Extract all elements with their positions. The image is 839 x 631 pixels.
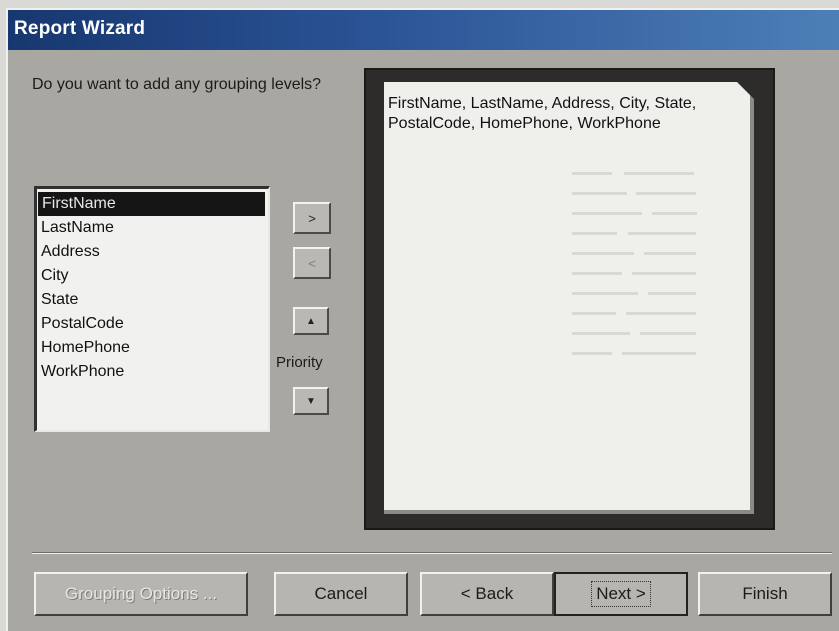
preview-detail-line xyxy=(572,352,612,355)
preview-detail-line xyxy=(648,292,696,295)
priority-down-button[interactable]: ▼ xyxy=(293,387,329,415)
grouping-preview-frame: FirstName, LastName, Address, City, Stat… xyxy=(364,68,775,530)
list-item-homephone[interactable]: HomePhone xyxy=(37,336,268,360)
preview-page: FirstName, LastName, Address, City, Stat… xyxy=(384,81,754,514)
preview-detail-line xyxy=(572,232,617,235)
preview-detail-line xyxy=(652,212,697,215)
remove-grouping-button[interactable]: < xyxy=(293,247,331,279)
list-item-firstname[interactable]: FirstName xyxy=(38,192,265,216)
preview-detail-line xyxy=(626,312,696,315)
back-button[interactable]: < Back xyxy=(420,572,554,616)
list-item-address[interactable]: Address xyxy=(37,240,268,264)
preview-detail-line xyxy=(572,292,638,295)
list-item-state[interactable]: State xyxy=(37,288,268,312)
preview-detail-line xyxy=(624,172,694,175)
preview-detail-line xyxy=(572,312,616,315)
grouping-options-label: Grouping Options ... xyxy=(64,584,218,603)
preview-detail-line xyxy=(622,352,696,355)
back-label: < Back xyxy=(460,584,514,603)
next-button[interactable]: Next > xyxy=(554,572,688,616)
up-arrow-icon: ▲ xyxy=(306,315,316,327)
finish-label: Finish xyxy=(742,584,788,603)
list-item-postalcode[interactable]: PostalCode xyxy=(37,312,268,336)
page-fold-corner xyxy=(736,81,754,99)
preview-detail-line xyxy=(632,272,696,275)
list-item-lastname[interactable]: LastName xyxy=(37,216,268,240)
preview-detail-line xyxy=(628,232,696,235)
preview-detail-line xyxy=(644,252,696,255)
preview-detail-line xyxy=(572,272,622,275)
preview-detail-line xyxy=(572,252,634,255)
cancel-button[interactable]: Cancel xyxy=(274,572,408,616)
preview-detail-line xyxy=(572,172,612,175)
preview-field-text: FirstName, LastName, Address, City, Stat… xyxy=(388,95,697,132)
finish-button[interactable]: Finish xyxy=(698,572,832,616)
add-arrow-icon: > xyxy=(308,210,316,226)
list-item-workphone[interactable]: WorkPhone xyxy=(37,360,268,384)
available-fields-list[interactable]: FirstName LastName Address City State Po… xyxy=(34,186,270,432)
down-arrow-icon: ▼ xyxy=(306,395,316,407)
footer-divider xyxy=(32,552,832,554)
priority-label: Priority xyxy=(276,354,323,371)
grouping-question: Do you want to add any grouping levels? xyxy=(32,76,322,93)
report-wizard-dialog: Report Wizard Do you want to add any gro… xyxy=(6,8,839,631)
title-bar[interactable]: Report Wizard xyxy=(8,10,839,50)
preview-detail-line xyxy=(572,332,630,335)
preview-detail-line xyxy=(572,212,642,215)
preview-detail-line xyxy=(636,192,696,195)
priority-up-button[interactable]: ▲ xyxy=(293,307,329,335)
remove-arrow-icon: < xyxy=(308,255,316,271)
add-grouping-button[interactable]: > xyxy=(293,202,331,234)
preview-detail-line xyxy=(640,332,696,335)
next-label: Next > xyxy=(591,581,651,607)
cancel-label: Cancel xyxy=(314,584,368,603)
preview-detail-line xyxy=(572,192,627,195)
grouping-options-button[interactable]: Grouping Options ... xyxy=(34,572,248,616)
list-item-city[interactable]: City xyxy=(37,264,268,288)
window-title: Report Wizard xyxy=(14,18,146,39)
